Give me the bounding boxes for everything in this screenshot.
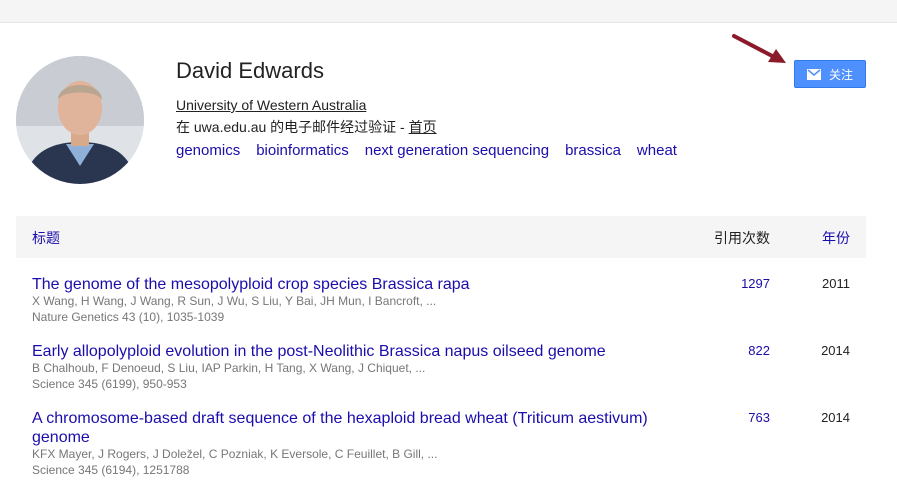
- cite-count[interactable]: 763: [748, 410, 770, 425]
- table-header: 标题 引用次数 年份: [16, 216, 866, 258]
- paper-title[interactable]: Early allopolyploid evolution in the pos…: [32, 342, 672, 361]
- table-row: Early allopolyploid evolution in the pos…: [16, 342, 866, 397]
- paper-venue: Science 345 (6194), 1251788: [32, 463, 190, 477]
- interest-tags: genomics bioinformatics next generation …: [176, 142, 677, 159]
- avatar: [16, 56, 144, 184]
- profile-name: David Edwards: [176, 58, 324, 83]
- tag-bioinformatics[interactable]: bioinformatics: [256, 142, 349, 159]
- paper-year: 2014: [821, 410, 850, 425]
- homepage-link[interactable]: 首页: [409, 119, 437, 135]
- pointer-arrow-icon: [732, 34, 786, 63]
- cite-count[interactable]: 1297: [741, 276, 770, 291]
- top-bar: [0, 0, 897, 23]
- paper-title[interactable]: A chromosome-based draft sequence of the…: [32, 409, 672, 447]
- tag-brassica[interactable]: brassica: [565, 142, 621, 159]
- tag-wheat[interactable]: wheat: [637, 142, 677, 159]
- cite-count[interactable]: 822: [748, 343, 770, 358]
- paper-venue: Nature Genetics 43 (10), 1035-1039: [32, 310, 225, 324]
- table-row: A chromosome-based draft sequence of the…: [16, 409, 866, 479]
- paper-authors: X Wang, H Wang, J Wang, R Sun, J Wu, S L…: [32, 294, 437, 308]
- table-row: The genome of the mesopolyploid crop spe…: [16, 275, 866, 330]
- column-title-header[interactable]: 标题: [32, 228, 60, 248]
- paper-venue: Science 345 (6199), 950-953: [32, 377, 187, 391]
- paper-title[interactable]: The genome of the mesopolyploid crop spe…: [32, 275, 672, 294]
- email-verification-text: 在 uwa.edu.au 的电子邮件经过验证 -: [176, 119, 409, 135]
- paper-year: 2014: [821, 343, 850, 358]
- affiliation-link[interactable]: University of Western Australia: [176, 97, 366, 113]
- column-year-header[interactable]: 年份: [822, 228, 850, 248]
- follow-label: 关注: [828, 67, 853, 82]
- mail-icon: [806, 68, 821, 80]
- tag-genomics[interactable]: genomics: [176, 142, 240, 159]
- paper-authors: B Chalhoub, F Denoeud, S Liu, IAP Parkin…: [32, 361, 426, 375]
- email-verification: 在 uwa.edu.au 的电子邮件经过验证 - 首页: [176, 117, 437, 137]
- follow-button[interactable]: 关注: [794, 60, 866, 88]
- column-cites-header[interactable]: 引用次数: [714, 228, 770, 248]
- paper-year: 2011: [822, 276, 850, 291]
- paper-authors: KFX Mayer, J Rogers, J Doležel, C Poznia…: [32, 447, 438, 461]
- tag-next-generation-sequencing[interactable]: next generation sequencing: [365, 142, 549, 159]
